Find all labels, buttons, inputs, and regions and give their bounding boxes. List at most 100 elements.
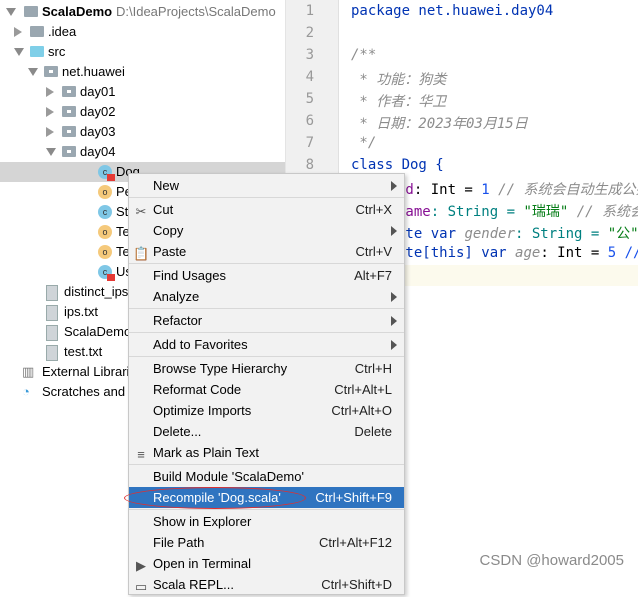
menu-item[interactable]: ▭ Scala REPL... Ctrl+Shift+D — [129, 574, 404, 595]
code-token: ate var — [397, 226, 465, 242]
tree-item[interactable]: day01 — [0, 82, 285, 102]
scissors-icon: ✂ — [135, 204, 147, 219]
expand-arrow-icon[interactable] — [46, 107, 54, 117]
code-token: 1 — [481, 182, 490, 198]
code-token: gender — [464, 226, 516, 242]
menu-item[interactable]: Refactor — [129, 310, 404, 331]
menu-item-label: Copy — [153, 223, 184, 238]
tree-item[interactable]: day03 — [0, 122, 285, 142]
menu-item-shortcut: Ctrl+H — [354, 361, 392, 376]
folder-icon — [30, 26, 44, 37]
menu-item-shortcut: Ctrl+Shift+F9 — [315, 490, 392, 505]
menu-item-label: Reformat Code — [153, 382, 242, 397]
tree-item[interactable]: net.huawei — [0, 62, 285, 82]
submenu-arrow-icon — [391, 340, 397, 350]
menu-item-label: Open in Terminal — [153, 556, 252, 571]
menu-item[interactable]: 📋 Paste Ctrl+V — [129, 241, 404, 262]
menu-separator — [129, 263, 404, 264]
menu-item-label: Cut — [153, 202, 174, 217]
line-number: 3 — [305, 47, 314, 63]
menu-item[interactable]: Add to Favorites — [129, 334, 404, 355]
menu-item[interactable]: New — [129, 175, 404, 196]
menu-item-shortcut: Ctrl+Alt+F12 — [319, 535, 392, 550]
watermark: CSDN @howard2005 — [479, 552, 624, 569]
menu-separator — [129, 332, 404, 333]
package-icon — [44, 66, 58, 77]
menu-item-label: Browse Type Hierarchy — [153, 361, 288, 376]
tree-item-label: ScalaDemo. — [64, 324, 135, 339]
menu-item-shortcut: Ctrl+X — [355, 202, 392, 217]
collapse-arrow-icon[interactable] — [14, 48, 24, 56]
expand-arrow-icon[interactable] — [46, 127, 54, 137]
menu-item[interactable]: Show in Explorer — [129, 511, 404, 532]
scala-object-icon: o — [98, 185, 112, 199]
menu-item[interactable]: ✂ Cut Ctrl+X — [129, 199, 404, 220]
expand-arrow-icon[interactable] — [6, 8, 16, 16]
scala-class-icon: c — [98, 265, 115, 281]
submenu-arrow-icon — [391, 316, 397, 326]
menu-item-label: Paste — [153, 244, 187, 259]
code-token: : String = — [430, 204, 524, 220]
menu-item[interactable]: Optimize Imports Ctrl+Alt+O — [129, 400, 404, 421]
expand-arrow-icon[interactable] — [14, 27, 22, 37]
libraries-icon: ▥ — [22, 364, 35, 379]
clipboard-icon: 📋 — [133, 246, 150, 261]
collapse-arrow-icon[interactable] — [28, 68, 38, 76]
tree-item[interactable]: src — [0, 42, 285, 62]
tree-item[interactable]: day02 — [0, 102, 285, 122]
code-line: name: String = "瑞瑞" // 系统会 — [397, 201, 638, 221]
scala-class-icon: c — [98, 165, 115, 181]
menu-item[interactable]: ≡ Mark as Plain Text — [129, 442, 404, 463]
tree-item-label: Scratches and — [42, 384, 126, 399]
tree-item-label: day01 — [80, 84, 116, 99]
menu-item-label: Optimize Imports — [153, 403, 252, 418]
text-file-icon — [46, 285, 58, 301]
tree-item-label: .idea — [48, 24, 77, 39]
tree-item-label: day04 — [80, 144, 116, 159]
menu-item-label: Build Module 'ScalaDemo' — [153, 469, 304, 484]
tree-item[interactable]: day04 — [0, 142, 285, 162]
tree-item-label: src — [48, 44, 66, 59]
plain-text-icon: ≡ — [137, 447, 145, 462]
package-icon — [62, 146, 76, 157]
tree-item[interactable]: .idea — [0, 22, 285, 42]
terminal-icon: ▶ — [136, 558, 146, 573]
code-token: // 系统会 — [568, 204, 638, 220]
menu-item-shortcut: Ctrl+V — [355, 244, 392, 259]
tree-item-label: distinct_ips.t — [64, 284, 136, 299]
code-token: ate[this] var — [397, 245, 516, 261]
menu-item[interactable]: Analyze — [129, 286, 404, 307]
collapse-arrow-icon[interactable] — [46, 148, 56, 156]
code-line: * 作者：华卫 — [351, 94, 447, 110]
tree-root[interactable]: ScalaDemo D:\IdeaProjects\ScalaDemo — [0, 2, 285, 22]
code-line: ate var gender: String = "公" — [397, 223, 638, 243]
tree-item-label: net.huawei — [62, 64, 125, 79]
menu-item[interactable]: Build Module 'ScalaDemo' — [129, 466, 404, 487]
menu-item-label: New — [153, 178, 180, 193]
menu-item[interactable]: File Path Ctrl+Alt+F12 — [129, 532, 404, 553]
menu-item-shortcut: Ctrl+Alt+O — [331, 403, 392, 418]
red-annotation-oval — [124, 487, 306, 509]
menu-item-shortcut: Alt+F7 — [354, 268, 392, 283]
menu-item[interactable]: ▶ Open in Terminal — [129, 553, 404, 574]
menu-item[interactable]: Reformat Code Ctrl+Alt+L — [129, 379, 404, 400]
line-number: 6 — [305, 113, 314, 129]
code-token: : Int = — [540, 245, 608, 261]
context-menu[interactable]: New ✂ Cut Ctrl+X Copy 📋 Paste Ctrl+V Find Usages… — [128, 173, 405, 595]
expand-arrow-icon[interactable] — [46, 87, 54, 97]
code-line: class Dog { — [351, 157, 444, 173]
submenu-arrow-icon — [391, 226, 397, 236]
project-name: ScalaDemo — [42, 4, 113, 19]
menu-item[interactable]: Browse Type Hierarchy Ctrl+H — [129, 358, 404, 379]
code-token: 5 // — [607, 245, 638, 261]
menu-separator — [129, 308, 404, 309]
menu-item[interactable]: Find Usages Alt+F7 — [129, 265, 404, 286]
tree-item-label: External Librari — [42, 364, 130, 379]
menu-item[interactable]: Delete... Delete — [129, 421, 404, 442]
menu-item-shortcut: Delete — [354, 424, 392, 439]
code-token: : Int = — [413, 182, 482, 198]
text-file-icon — [46, 305, 58, 321]
package-icon — [62, 86, 76, 97]
menu-item[interactable]: Copy — [129, 220, 404, 241]
menu-item-shortcut: Ctrl+Alt+L — [334, 382, 392, 397]
